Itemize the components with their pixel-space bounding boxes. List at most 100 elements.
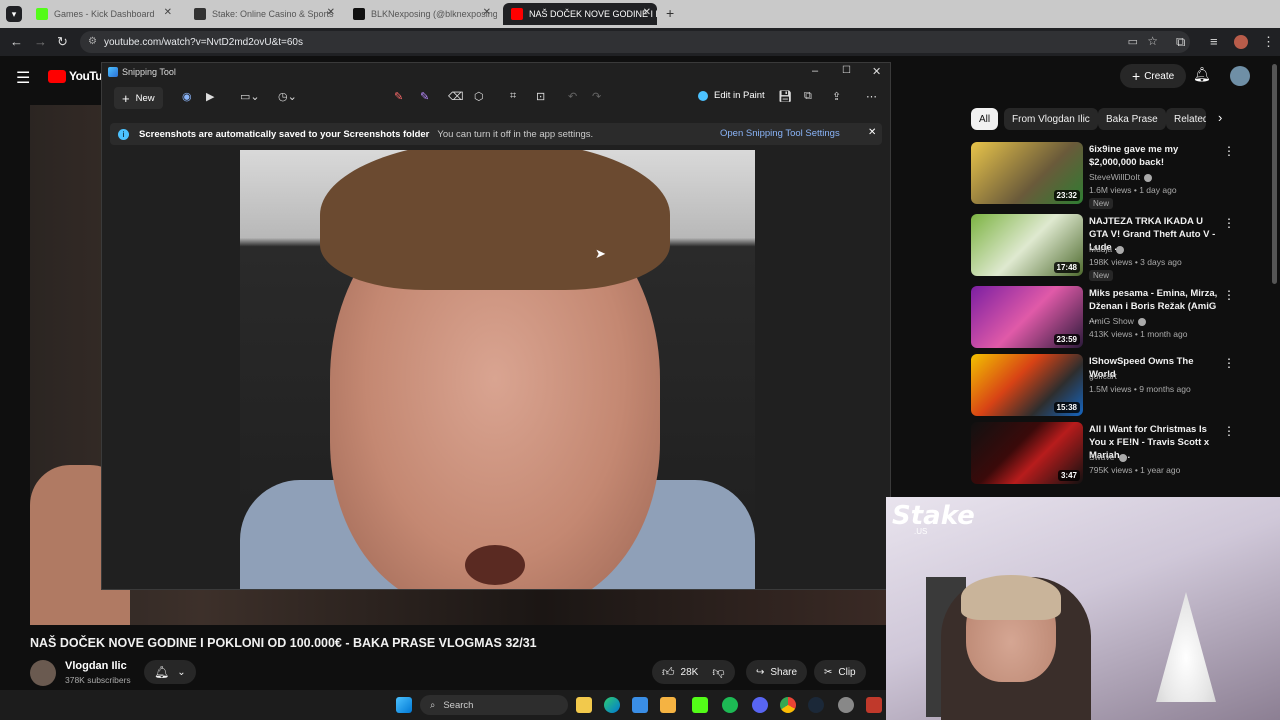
snipping-tool-taskbar-icon[interactable]: [866, 697, 882, 713]
clip-button[interactable]: ✂ Clip: [814, 660, 866, 684]
highlighter-icon[interactable]: ✎: [420, 90, 429, 103]
channel-name[interactable]: SteveWillDoIt: [1089, 172, 1140, 182]
channel-name[interactable]: Mudja: [1089, 244, 1112, 254]
create-button[interactable]: + Create: [1120, 64, 1187, 88]
channel-name[interactable]: AmiG Show: [1089, 316, 1134, 326]
info-icon: i: [118, 128, 129, 140]
tab-blkn[interactable]: BLKNexposing (@blknexposing) ✕: [345, 3, 497, 25]
store-icon[interactable]: [632, 697, 648, 713]
video-thumbnail[interactable]: 23:59: [971, 286, 1083, 348]
tab-youtube[interactable]: NAŠ DOČEK NOVE GODINE I P... ✕: [503, 3, 657, 25]
chip-from-vlogdan[interactable]: From Vlogdan Ilic: [1004, 108, 1098, 130]
chip-all[interactable]: All: [971, 108, 999, 130]
discord-icon[interactable]: [752, 697, 768, 713]
share-button[interactable]: ↪ Share: [746, 660, 808, 684]
webcam-overlay: Stake .US: [886, 497, 1280, 720]
video-thumbnail[interactable]: 3:47: [971, 422, 1083, 484]
hamburger-menu-icon[interactable]: ☰: [16, 68, 30, 88]
recommendation-item[interactable]: 23:59 Miks pesama - Emina, Mirza, Dženan…: [971, 286, 1251, 350]
notifications-bell-icon[interactable]: 🔔︎: [1193, 66, 1211, 83]
close-icon[interactable]: ✕: [643, 7, 651, 18]
close-icon[interactable]: ✕: [483, 7, 491, 18]
extensions-icon[interactable]: ⧉: [1176, 34, 1185, 50]
redo-icon[interactable]: ↷: [592, 90, 601, 103]
video-mode-icon[interactable]: ▶: [206, 90, 214, 103]
pen-red-icon[interactable]: ✎: [394, 90, 403, 103]
app-icon[interactable]: [660, 697, 676, 713]
channel-line: SteveWillDoIt: [1089, 172, 1153, 182]
video-thumbnail[interactable]: 15:38: [971, 354, 1083, 416]
text-actions-icon[interactable]: ⊡: [536, 90, 545, 103]
browser-menu-icon[interactable]: ⋮: [1262, 34, 1275, 50]
video-thumbnail[interactable]: 17:48: [971, 214, 1083, 276]
tab-kick[interactable]: Games - Kick Dashboard ✕: [28, 3, 178, 25]
tab-stake[interactable]: Stake: Online Casino & Sports ✕: [186, 3, 341, 25]
chip-baka-prase[interactable]: Baka Prase: [1098, 108, 1166, 130]
thumbs-down-icon[interactable]: 👎︎: [712, 665, 724, 680]
share-icon[interactable]: ⇪: [832, 90, 841, 103]
recommendation-item[interactable]: 3:47 All I Want for Christmas Is You x F…: [971, 422, 1251, 486]
recommendation-item[interactable]: 15:38 IShowSpeed Owns The World golfcart…: [971, 354, 1251, 418]
channel-name[interactable]: Vlogdan Ilic: [65, 660, 127, 672]
channel-name[interactable]: golfcart: [1089, 371, 1117, 381]
more-options-icon[interactable]: ⋮: [1223, 356, 1235, 370]
open-settings-link[interactable]: Open Snipping Tool Settings: [720, 128, 840, 139]
windows-start-icon[interactable]: [396, 697, 412, 713]
chip-related[interactable]: Related: [1166, 108, 1206, 130]
spotify-icon[interactable]: [722, 697, 738, 713]
close-window-icon[interactable]: ✕: [872, 65, 881, 78]
bell-icon: 🔔︎: [154, 665, 170, 679]
page-scrollbar[interactable]: [1272, 64, 1277, 284]
kick-app-icon[interactable]: [692, 697, 708, 713]
crop-icon[interactable]: ⌗: [510, 90, 516, 103]
eraser-icon[interactable]: ⌫: [448, 90, 464, 103]
chevron-right-icon[interactable]: ›: [1218, 110, 1222, 125]
like-button[interactable]: 👍︎ 28K 👎︎: [652, 660, 735, 684]
back-icon[interactable]: ←: [10, 34, 23, 49]
video-title[interactable]: 6ix9ine gave me my $2,000,000 back!: [1089, 143, 1219, 169]
new-tab-icon[interactable]: +: [666, 5, 674, 21]
tab-menu-icon[interactable]: ▾: [6, 6, 22, 22]
maximize-icon[interactable]: ☐: [842, 65, 851, 76]
channel-avatar[interactable]: [30, 660, 56, 686]
copy-icon[interactable]: ⧉: [804, 90, 812, 103]
subscribe-bell-button[interactable]: 🔔︎ ⌄: [144, 660, 196, 684]
steam-icon[interactable]: [808, 697, 824, 713]
video-thumbnail[interactable]: 23:32: [971, 142, 1083, 204]
close-infobar-icon[interactable]: ✕: [868, 127, 876, 138]
site-info-icon[interactable]: ⚙: [88, 36, 97, 47]
file-explorer-icon[interactable]: [576, 697, 592, 713]
taskbar-search-box[interactable]: ⌕ Search: [420, 695, 568, 715]
undo-icon[interactable]: ↶: [568, 90, 577, 103]
timer-icon[interactable]: ◷⌄: [278, 90, 297, 103]
new-snip-button[interactable]: + New: [114, 87, 163, 109]
reload-icon[interactable]: ↻: [57, 34, 68, 50]
minimize-icon[interactable]: –: [812, 65, 818, 77]
address-bar[interactable]: ⚙ youtube.com/watch?v=NvtD2md2ovU&t=60s …: [80, 31, 1190, 53]
chrome-icon[interactable]: [780, 697, 796, 713]
camera-mode-icon[interactable]: ◉: [182, 90, 192, 103]
like-count: 28K: [680, 666, 699, 678]
shapes-icon[interactable]: ⬡: [474, 90, 484, 103]
reading-list-icon[interactable]: ≡: [1210, 34, 1218, 49]
more-options-icon[interactable]: ⋮: [1223, 144, 1235, 158]
edit-in-paint-button[interactable]: Edit in Paint: [698, 90, 765, 101]
cast-icon[interactable]: ▭: [1128, 35, 1138, 48]
save-icon[interactable]: 💾︎: [778, 90, 792, 103]
bookmark-star-icon[interactable]: ☆: [1147, 34, 1158, 48]
account-avatar[interactable]: [1230, 66, 1250, 86]
more-options-icon[interactable]: ⋮: [1223, 424, 1235, 438]
forward-icon[interactable]: →: [34, 34, 47, 49]
channel-name[interactable]: Swave: [1089, 452, 1115, 462]
profile-avatar[interactable]: [1234, 35, 1248, 49]
recommendation-item[interactable]: 17:48 NAJTEZA TRKA IKADA U GTA V! Grand …: [971, 214, 1251, 281]
edge-icon[interactable]: [604, 697, 620, 713]
settings-gear-icon[interactable]: [838, 697, 854, 713]
close-icon[interactable]: ✕: [164, 7, 172, 18]
snip-shape-icon[interactable]: ▭⌄: [240, 90, 260, 103]
close-icon[interactable]: ✕: [327, 7, 335, 18]
more-options-icon[interactable]: ⋮: [1223, 216, 1235, 230]
more-options-icon[interactable]: ⋮: [1223, 288, 1235, 302]
more-icon[interactable]: ⋯: [866, 90, 877, 103]
recommendation-item[interactable]: 23:32 6ix9ine gave me my $2,000,000 back…: [971, 142, 1251, 209]
